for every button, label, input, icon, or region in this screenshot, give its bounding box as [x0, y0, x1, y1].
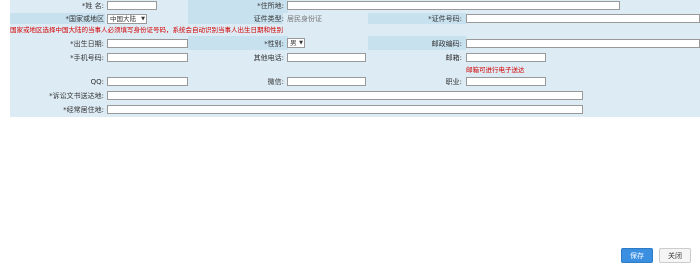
service-address-label: *诉讼文书送达地: — [49, 92, 104, 100]
country-hint: 国家或地区选择中国大陆的当事人必须填写身份证号码，系统会自动识别当事人出生日期和… — [10, 26, 283, 34]
address-label: *住所地: — [257, 2, 284, 10]
name-input[interactable] — [107, 1, 157, 10]
country-label: *国家或地区 — [65, 15, 105, 23]
mobile-label: *手机号码: — [70, 54, 104, 62]
other-phone-input[interactable] — [287, 53, 366, 62]
service-address-input[interactable] — [107, 91, 583, 100]
postcode-input[interactable] — [466, 39, 700, 48]
country-selected: 中国大陆 — [110, 15, 136, 23]
job-input[interactable] — [466, 77, 546, 86]
close-button[interactable]: 关闭 — [659, 248, 691, 263]
country-select[interactable]: 中国大陆 ▼ — [107, 14, 147, 24]
residence-input[interactable] — [107, 105, 583, 114]
save-button[interactable]: 保存 — [621, 248, 653, 263]
other-phone-label: 其他电话: — [253, 54, 284, 62]
qq-label: QQ: — [90, 78, 104, 86]
gender-selected: 男 — [290, 39, 297, 47]
chevron-down-icon: ▼ — [141, 16, 145, 22]
mobile-input[interactable] — [107, 53, 188, 62]
id-number-input[interactable] — [466, 14, 700, 23]
name-label: *姓 名: — [81, 2, 104, 10]
qq-input[interactable] — [107, 77, 188, 86]
gender-select[interactable]: 男 ▼ — [287, 38, 305, 48]
gender-label: *性别: — [264, 40, 284, 48]
birth-label: *出生日期: — [70, 40, 104, 48]
id-type-value: 居民身份证 — [287, 15, 322, 23]
postcode-label: 邮政编码: — [431, 40, 462, 48]
wechat-label: 微信: — [267, 78, 284, 86]
birth-input[interactable] — [107, 39, 188, 48]
residence-label: *经常居住地: — [63, 106, 104, 114]
email-hint: 邮箱可进行电子送达 — [466, 66, 525, 74]
chevron-down-icon: ▼ — [299, 40, 303, 46]
address-input[interactable] — [287, 1, 620, 10]
email-label: 邮箱: — [445, 54, 462, 62]
wechat-input[interactable] — [287, 77, 366, 86]
id-type-label: 证件类型: — [253, 15, 284, 23]
id-number-label: *证件号码: — [428, 15, 462, 23]
email-input[interactable] — [466, 53, 546, 62]
job-label: 职业: — [445, 78, 462, 86]
